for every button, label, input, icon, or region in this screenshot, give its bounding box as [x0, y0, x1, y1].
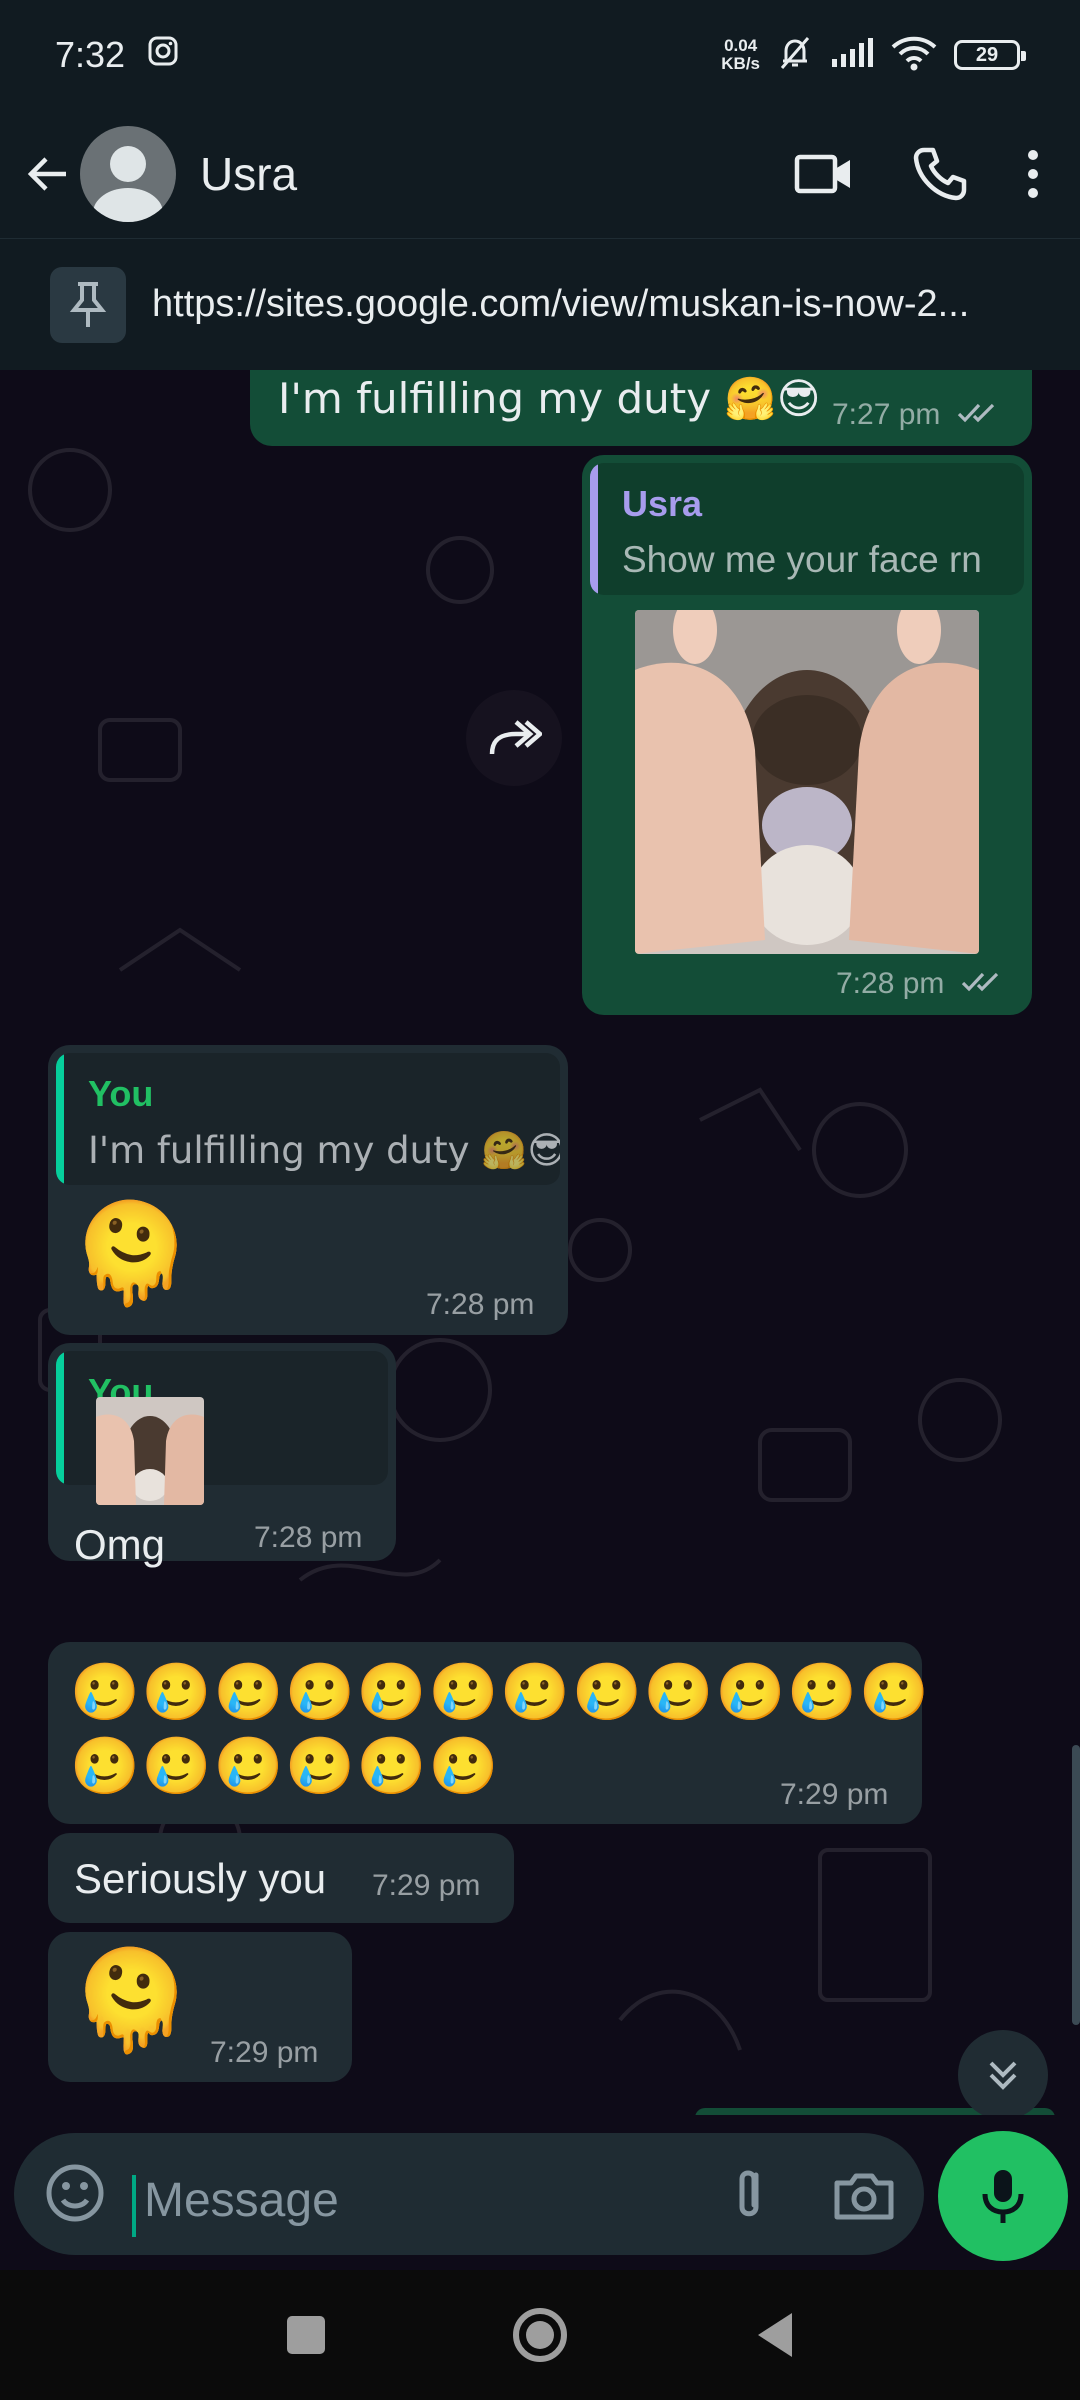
camera-icon[interactable] [829, 2161, 899, 2236]
system-nav-bar [0, 2270, 1080, 2400]
instagram-icon [147, 34, 179, 76]
voice-message-button[interactable] [938, 2131, 1068, 2261]
message-time: 7:28 pm [426, 1288, 535, 1321]
message-incoming-reply[interactable]: You Omg 7:28 pm [48, 1343, 396, 1568]
message-incoming-reply[interactable]: You I'm fulfilling my duty 🤗😎 🫠 7:28 pm [48, 1045, 568, 1335]
message-time: 7:28 pm [836, 967, 945, 1000]
pinned-link[interactable]: https://sites.google.com/view/muskan-is-… [152, 283, 1042, 326]
phone-icon[interactable] [882, 124, 998, 224]
composer-bar: Message [0, 2115, 1080, 2270]
status-bar: 7:32 0.04 KB/s 29 [0, 0, 1080, 110]
melting-face-emoji: 🫠 [70, 1197, 193, 1311]
crying-smile-emojis: 🥲🥲🥲🥲🥲🥲 [70, 1734, 501, 1799]
emoji-icon[interactable] [42, 2158, 108, 2233]
message-incoming[interactable]: 🥲🥲🥲🥲🥲🥲🥲🥲🥲🥲🥲🥲 🥲🥲🥲🥲🥲🥲 7:29 pm [48, 1642, 929, 1824]
quoted-message[interactable]: Usra Show me your face rn [590, 463, 1024, 595]
melting-face-emoji: 🫠 [70, 1944, 193, 2058]
message-time: 7:29 pm [372, 1869, 481, 1902]
quote-text: Show me your face rn [622, 539, 982, 580]
message-outgoing-reply[interactable]: Usra Show me your face rn 7:28 pm [582, 455, 1032, 1015]
bell-muted-icon [776, 34, 814, 77]
message-time: 7:29 pm [780, 1778, 889, 1811]
wifi-icon [890, 35, 938, 76]
chat-header: Usra [0, 110, 1080, 238]
back-arrow-icon[interactable] [20, 146, 76, 202]
net-speed: 0.04 KB/s [721, 36, 760, 73]
read-ticks-icon [961, 968, 1005, 1002]
quoted-image-thumbnail [96, 1397, 204, 1505]
double-chevron-down-icon [989, 2061, 1017, 2090]
read-ticks-icon [957, 399, 1001, 433]
video-call-icon[interactable] [766, 124, 882, 224]
microphone-icon [982, 2170, 1024, 2223]
signal-icon [830, 37, 874, 74]
forward-icon[interactable] [466, 690, 562, 786]
text-caret [132, 2175, 136, 2237]
chat-area[interactable]: I'm fulfilling my duty 🤗😎 7:27 pm Usra S… [0, 370, 1080, 2115]
monkey-photo[interactable] [635, 610, 979, 954]
contact-name[interactable]: Usra [200, 147, 766, 201]
message-time: 7:28 pm [254, 1521, 363, 1554]
crying-smile-emojis: 🥲🥲🥲🥲🥲🥲🥲🥲🥲🥲🥲🥲 [70, 1660, 931, 1725]
quote-author: You [88, 1073, 154, 1114]
paperclip-icon[interactable] [714, 2161, 784, 2236]
scrollbar[interactable] [1072, 1745, 1080, 2025]
home-button[interactable] [505, 2300, 575, 2370]
message-incoming[interactable]: 🫠 7:29 pm [48, 1932, 352, 2082]
scroll-to-bottom-button[interactable] [958, 2030, 1048, 2115]
message-input-field[interactable]: Message [14, 2133, 924, 2255]
message-time: 7:29 pm [210, 2036, 319, 2069]
quote-author: Usra [622, 483, 703, 524]
pinned-message-bar[interactable]: https://sites.google.com/view/muskan-is-… [0, 238, 1080, 370]
message-outgoing[interactable]: I'm fulfilling my duty 🤗😎 7:27 pm [250, 370, 1032, 446]
pin-icon [50, 266, 126, 343]
status-time: 7:32 [55, 34, 126, 75]
quote-text: I'm fulfilling my duty 🤗😎 [88, 1129, 560, 1172]
more-options-icon[interactable] [998, 124, 1068, 224]
message-time: 7:27 pm [832, 398, 941, 431]
message-text: Omg [74, 1521, 166, 1568]
message-placeholder: Message [144, 2174, 339, 2227]
message-text: Seriously you [74, 1855, 327, 1902]
battery-indicator: 29 [954, 40, 1026, 70]
avatar[interactable] [80, 126, 176, 222]
back-button[interactable] [740, 2300, 810, 2370]
recents-button[interactable] [271, 2300, 341, 2370]
quoted-message[interactable]: You I'm fulfilling my duty 🤗😎 [56, 1053, 560, 1185]
message-incoming[interactable]: Seriously you 7:29 pm [48, 1833, 514, 1923]
message-text: I'm fulfilling my duty 🤗😎 [278, 374, 821, 423]
